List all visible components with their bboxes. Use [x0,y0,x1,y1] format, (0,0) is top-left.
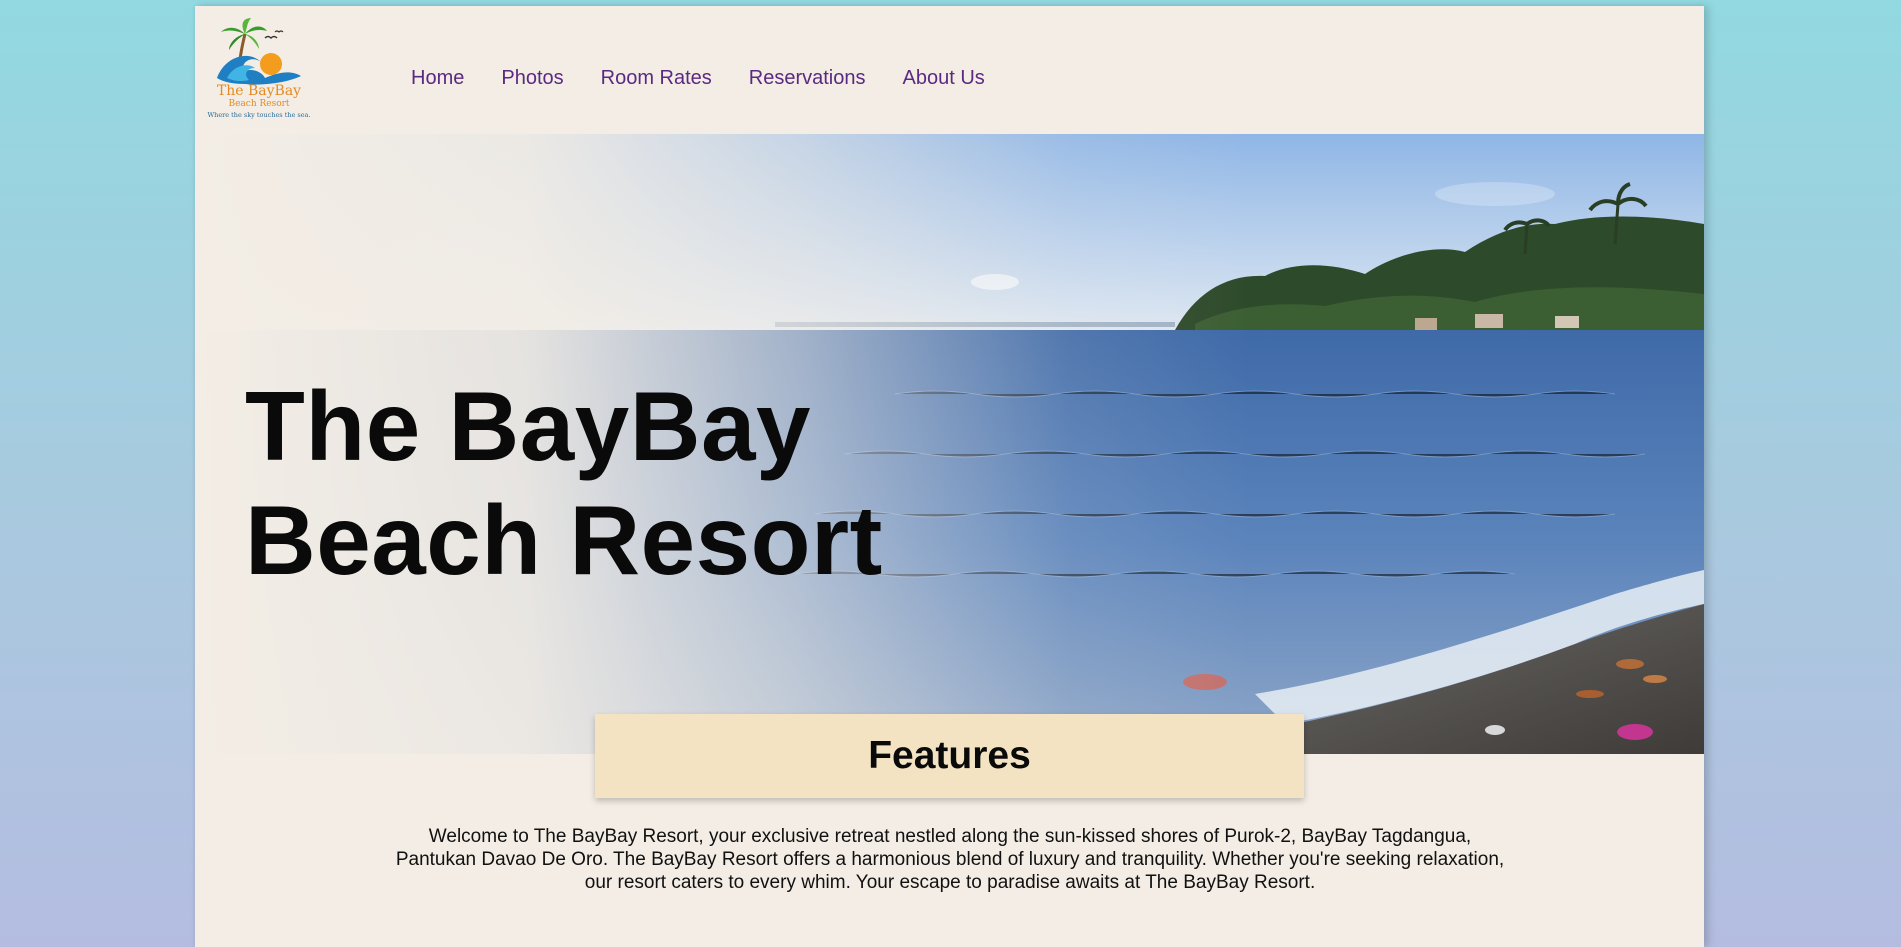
hero-banner: The BayBay Beach Resort [195,134,1704,754]
nav-home-link[interactable]: Home [411,66,464,90]
site-header: The BayBay Beach Resort Where the sky to… [195,6,1704,134]
nav-room-rates-link[interactable]: Room Rates [601,66,712,90]
logo-title: The BayBay [216,83,302,99]
main-nav: Home Photos Room Rates Reservations Abou… [411,66,1022,90]
hero-title: The BayBay Beach Resort [245,369,883,597]
logo-tagline: Where the sky touches the sea. [207,111,311,119]
hero-title-line-1: The BayBay [245,371,812,481]
nav-photos-link[interactable]: Photos [501,66,563,90]
nav-reservations-link[interactable]: Reservations [749,66,866,90]
logo-subtitle: Beach Resort [228,99,290,109]
features-heading-box: Features [595,714,1304,798]
site-logo[interactable]: The BayBay Beach Resort Where the sky to… [205,16,313,128]
features-intro-text: Welcome to The BayBay Resort, your exclu… [395,826,1505,893]
palm-tree-wave-sun-logo-icon [217,18,301,85]
page-container: The BayBay Beach Resort Where the sky to… [195,6,1704,947]
features-heading: Features [868,734,1031,777]
hero-title-line-2: Beach Resort [245,485,883,595]
nav-about-us-link[interactable]: About Us [903,66,985,90]
